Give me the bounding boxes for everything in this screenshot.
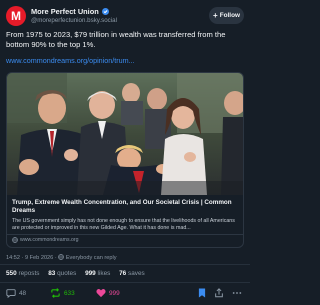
card-description: The US government simply has not done en… bbox=[12, 218, 235, 232]
more-icon bbox=[232, 292, 242, 294]
card-image bbox=[7, 73, 243, 195]
card-domain-text: www.commondreams.org bbox=[20, 237, 79, 243]
divider bbox=[0, 264, 250, 265]
likes-count[interactable]: 999 bbox=[85, 270, 96, 277]
heart-icon bbox=[96, 289, 106, 298]
reply-count: 48 bbox=[19, 289, 27, 297]
link-card[interactable]: Trump, Extreme Wealth Concentration, and… bbox=[6, 72, 244, 248]
like-button[interactable]: 999 bbox=[96, 288, 120, 298]
reposts-label[interactable]: reposts bbox=[18, 270, 39, 277]
reply-icon bbox=[6, 289, 16, 298]
card-title: Trump, Extreme Wealth Concentration, and… bbox=[12, 199, 232, 215]
saves-count[interactable]: 76 bbox=[119, 270, 126, 277]
author-name-text: More Perfect Union bbox=[31, 7, 99, 16]
card-domain: www.commondreams.org bbox=[12, 237, 79, 243]
post-meta: 14:52 · 9 Feb 2026 · Everybody can reply bbox=[6, 254, 117, 261]
quotes-count[interactable]: 83 bbox=[48, 270, 55, 277]
reposts-count[interactable]: 550 bbox=[6, 270, 17, 277]
card-divider bbox=[7, 234, 243, 235]
post-stats: 550 reposts 83 quotes 999 likes 76 saves bbox=[6, 270, 152, 277]
quotes-label[interactable]: quotes bbox=[57, 270, 76, 277]
bookmark-button[interactable] bbox=[198, 288, 206, 298]
follow-button[interactable]: + Follow bbox=[209, 7, 244, 24]
repost-icon bbox=[51, 288, 60, 298]
follow-label: Follow bbox=[219, 12, 240, 19]
author-name[interactable]: More Perfect Union bbox=[31, 7, 109, 16]
reply-audience[interactable]: Everybody can reply bbox=[66, 255, 117, 261]
globe-icon bbox=[12, 237, 18, 243]
post-link[interactable]: www.commondreams.org/opinion/trum... bbox=[6, 56, 244, 65]
verified-icon bbox=[101, 8, 109, 15]
like-count: 999 bbox=[109, 289, 120, 297]
likes-label[interactable]: likes bbox=[98, 270, 111, 277]
plus-icon: + bbox=[213, 10, 218, 20]
bookmark-icon bbox=[198, 288, 206, 298]
share-button[interactable] bbox=[214, 288, 224, 298]
globe-icon bbox=[58, 254, 65, 260]
share-icon bbox=[215, 288, 223, 298]
post-timestamp: 14:52 · 9 Feb 2026 bbox=[6, 255, 54, 261]
reply-button[interactable]: 48 bbox=[6, 288, 26, 298]
more-options-button[interactable] bbox=[232, 288, 242, 298]
avatar-glyph: M bbox=[11, 9, 21, 23]
post-header: M More Perfect Union @moreperfectunion.b… bbox=[6, 6, 244, 28]
repost-button[interactable]: 633 bbox=[50, 288, 75, 298]
repost-count: 633 bbox=[64, 289, 75, 297]
post-text: From 1975 to 2023, $79 trillion in wealt… bbox=[6, 30, 226, 49]
action-bar: 48 633 999 bbox=[0, 286, 250, 302]
divider bbox=[0, 282, 250, 283]
author-handle[interactable]: @moreperfectunion.bsky.social bbox=[31, 17, 117, 24]
saves-label[interactable]: saves bbox=[128, 270, 145, 277]
avatar[interactable]: M bbox=[6, 6, 26, 26]
